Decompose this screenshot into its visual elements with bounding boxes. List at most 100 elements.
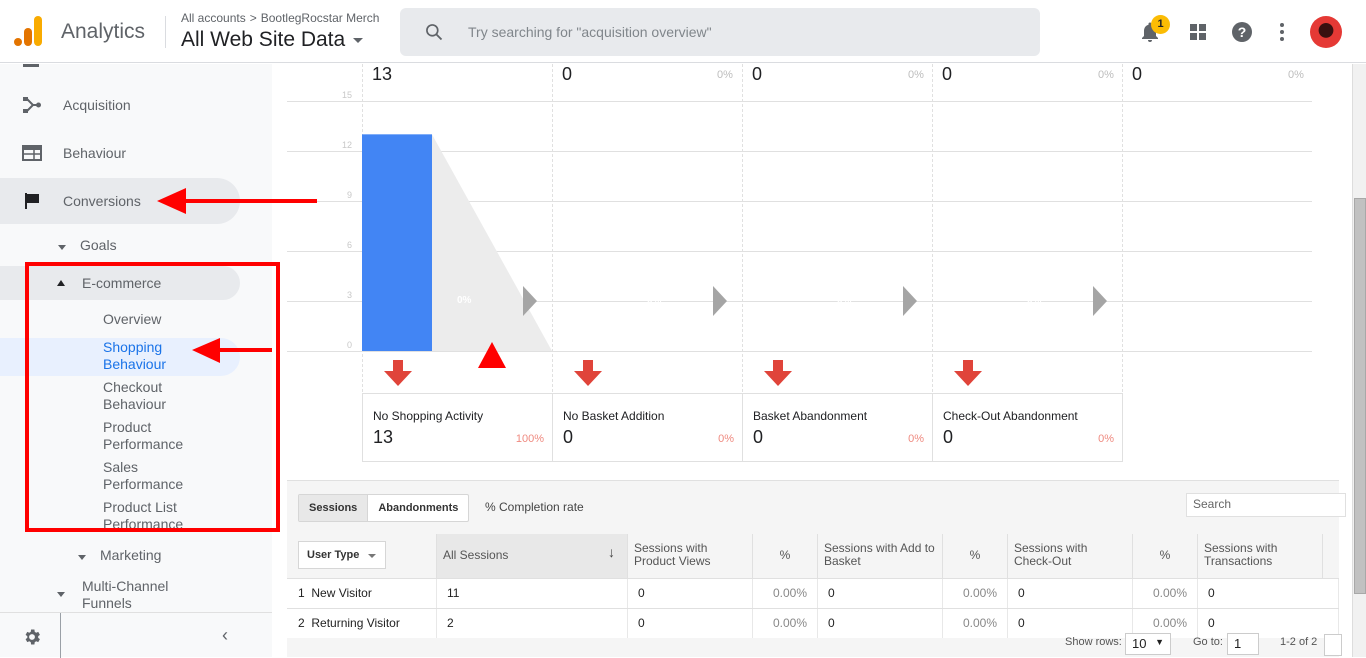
- sidebar-item-overview[interactable]: Overview: [103, 311, 161, 328]
- breadcrumb[interactable]: All accounts > BootlegRocstar Merch: [181, 11, 379, 25]
- conversion-rate-flag[interactable]: 0%: [1017, 286, 1107, 316]
- table-row: 1 New Visitor 11 0 0.00% 0 0.00% 0 0.00%…: [287, 578, 1339, 608]
- search-placeholder: Try searching for "acquisition overview": [468, 24, 712, 40]
- goto-label: Go to:: [1193, 636, 1223, 648]
- cell: 0: [1008, 579, 1133, 608]
- cell: 2: [437, 609, 628, 638]
- column-header[interactable]: %: [1133, 534, 1198, 578]
- cell: 0: [818, 609, 943, 638]
- previous-page-button[interactable]: [1324, 634, 1342, 656]
- abandonment-value: 13: [373, 427, 394, 447]
- column-header[interactable]: Sessions with Check-Out: [1008, 534, 1133, 578]
- user-type-dropdown[interactable]: User Type: [298, 541, 386, 569]
- property-view-selector[interactable]: All Web Site Data: [181, 28, 364, 52]
- sidebar-item-label: E-commerce: [82, 275, 162, 291]
- sessions-toggle-button[interactable]: Sessions: [299, 495, 369, 521]
- cell: 0: [628, 609, 753, 638]
- collapse-sidebar-icon[interactable]: ‹: [222, 625, 228, 646]
- search-icon: [426, 24, 443, 41]
- more-vert-icon[interactable]: [1270, 20, 1294, 44]
- completion-rate-toggle[interactable]: % Completion rate: [485, 500, 584, 514]
- behaviour-icon: [22, 145, 42, 161]
- sidebar-item-checkout-behaviour[interactable]: Checkout Behaviour: [103, 379, 183, 413]
- row-dimension[interactable]: 2 Returning Visitor: [287, 609, 437, 638]
- sidebar-item-label: Multi-Channel Funnels: [82, 578, 169, 611]
- row-dimension[interactable]: 1 New Visitor: [287, 579, 437, 608]
- header-divider: [165, 16, 166, 48]
- shopping-behaviour-funnel: 15 12 9 6 3 0 13 0 0% 0 0% 0 0% 0 0% 0% …: [272, 64, 1338, 474]
- sidebar-item-sales-performance[interactable]: Sales Performance: [103, 459, 198, 493]
- funnel-bars: [362, 134, 552, 351]
- sidebar-item-shopping-behaviour[interactable]: Shopping Behaviour: [103, 339, 183, 373]
- pagination-range: 1-2 of 2: [1280, 636, 1318, 648]
- caret-down-icon: [353, 37, 364, 43]
- funnel-bar[interactable]: [362, 134, 432, 351]
- breadcrumb-separator: >: [249, 11, 257, 25]
- sidebar-item-label: Conversions: [63, 193, 141, 209]
- funnel-dropoff-shape: [432, 134, 552, 351]
- scrollbar-thumb[interactable]: [1354, 198, 1366, 594]
- abandonment-label: No Basket Addition: [563, 409, 665, 423]
- abandonment-pct: 100%: [515, 433, 544, 445]
- dropdown-caret-icon: ▼: [1155, 637, 1164, 647]
- search-input[interactable]: Try searching for "acquisition overview": [400, 8, 1040, 56]
- sidebar-item-acquisition[interactable]: Acquisition: [0, 82, 240, 128]
- cell: 11: [437, 579, 628, 608]
- breadcrumb-account[interactable]: BootlegRocstar Merch: [261, 11, 380, 25]
- sidebar-item-conversions[interactable]: Conversions: [0, 178, 240, 224]
- acquisition-icon: [23, 97, 41, 113]
- expand-icon: [78, 555, 86, 560]
- avatar[interactable]: [1310, 16, 1342, 48]
- cell: 0.00%: [1133, 579, 1198, 608]
- page-scrollbar[interactable]: [1352, 64, 1366, 657]
- cell: 0: [1198, 609, 1339, 638]
- sidebar-item-label: Behaviour: [63, 145, 127, 161]
- expand-icon: [58, 245, 66, 250]
- conversion-rate-flag[interactable]: 0%: [827, 286, 917, 316]
- abandonment-value: 0: [563, 427, 574, 447]
- sidebar-item-label: Marketing: [100, 547, 162, 563]
- abandonment-card[interactable]: No Basket Addition 0 0%: [552, 393, 743, 462]
- help-icon[interactable]: ?: [1230, 20, 1254, 44]
- conversion-rate-flag[interactable]: 0%: [447, 286, 537, 316]
- abandonment-card[interactable]: Check-Out Abandonment 0 0%: [932, 393, 1123, 462]
- breadcrumb-root[interactable]: All accounts: [181, 11, 246, 25]
- column-header[interactable]: Sessions with Transactions: [1198, 534, 1323, 578]
- column-header[interactable]: %: [753, 534, 818, 578]
- collapse-icon: [57, 280, 65, 286]
- abandonment-pct: 0%: [1098, 433, 1114, 445]
- sidebar-item-product-performance[interactable]: Product Performance: [103, 419, 198, 453]
- column-header[interactable]: Sessions with Add to Basket: [818, 534, 943, 578]
- table-row: 2 Returning Visitor 2 0 0.00% 0 0.00% 0 …: [287, 608, 1339, 638]
- analytics-logo-icon[interactable]: [14, 16, 42, 46]
- top-header: Analytics All accounts > BootlegRocstar Me…: [0, 0, 1366, 63]
- conversion-rate-flag[interactable]: 0%: [637, 286, 727, 316]
- property-view-label: All Web Site Data: [181, 28, 346, 51]
- apps-grid-icon[interactable]: [1186, 20, 1210, 44]
- abandonment-card[interactable]: No Shopping Activity 13 100%: [362, 393, 553, 462]
- cell: 0.00%: [753, 579, 818, 608]
- notification-badge: 1: [1151, 15, 1170, 34]
- drop-off-arrow-icon: [574, 360, 602, 386]
- abandonment-card[interactable]: Basket Abandonment 0 0%: [742, 393, 933, 462]
- sidebar-item-marketing[interactable]: Marketing: [78, 547, 161, 563]
- goto-page-input[interactable]: 1: [1227, 633, 1259, 655]
- abandonments-toggle-button[interactable]: Abandonments: [368, 495, 468, 521]
- gear-icon[interactable]: [22, 627, 42, 647]
- show-rows-select[interactable]: 10 ▼: [1125, 633, 1171, 655]
- sidebar-item-product-list-performance[interactable]: Product List Performance: [103, 499, 198, 529]
- column-header[interactable]: Sessions with Product Views: [628, 534, 753, 578]
- cell: 0.00%: [943, 579, 1008, 608]
- drop-off-arrow-icon: [764, 360, 792, 386]
- sidebar-item-goals[interactable]: Goals: [58, 237, 117, 253]
- sidebar-item-ecommerce[interactable]: E-commerce: [0, 266, 240, 300]
- column-header[interactable]: %: [943, 534, 1008, 578]
- abandonment-value: 0: [943, 427, 954, 447]
- sidebar-item-behaviour[interactable]: Behaviour: [0, 130, 240, 176]
- app-name: Analytics: [61, 20, 146, 43]
- drop-off-arrow-icon: [954, 360, 982, 386]
- report-table-section: Sessions Abandonments % Completion rate …: [287, 480, 1346, 657]
- abandonment-pct: 0%: [718, 433, 734, 445]
- column-header-all-sessions[interactable]: All Sessions ↓: [437, 534, 628, 578]
- table-search-input[interactable]: Search: [1186, 493, 1346, 517]
